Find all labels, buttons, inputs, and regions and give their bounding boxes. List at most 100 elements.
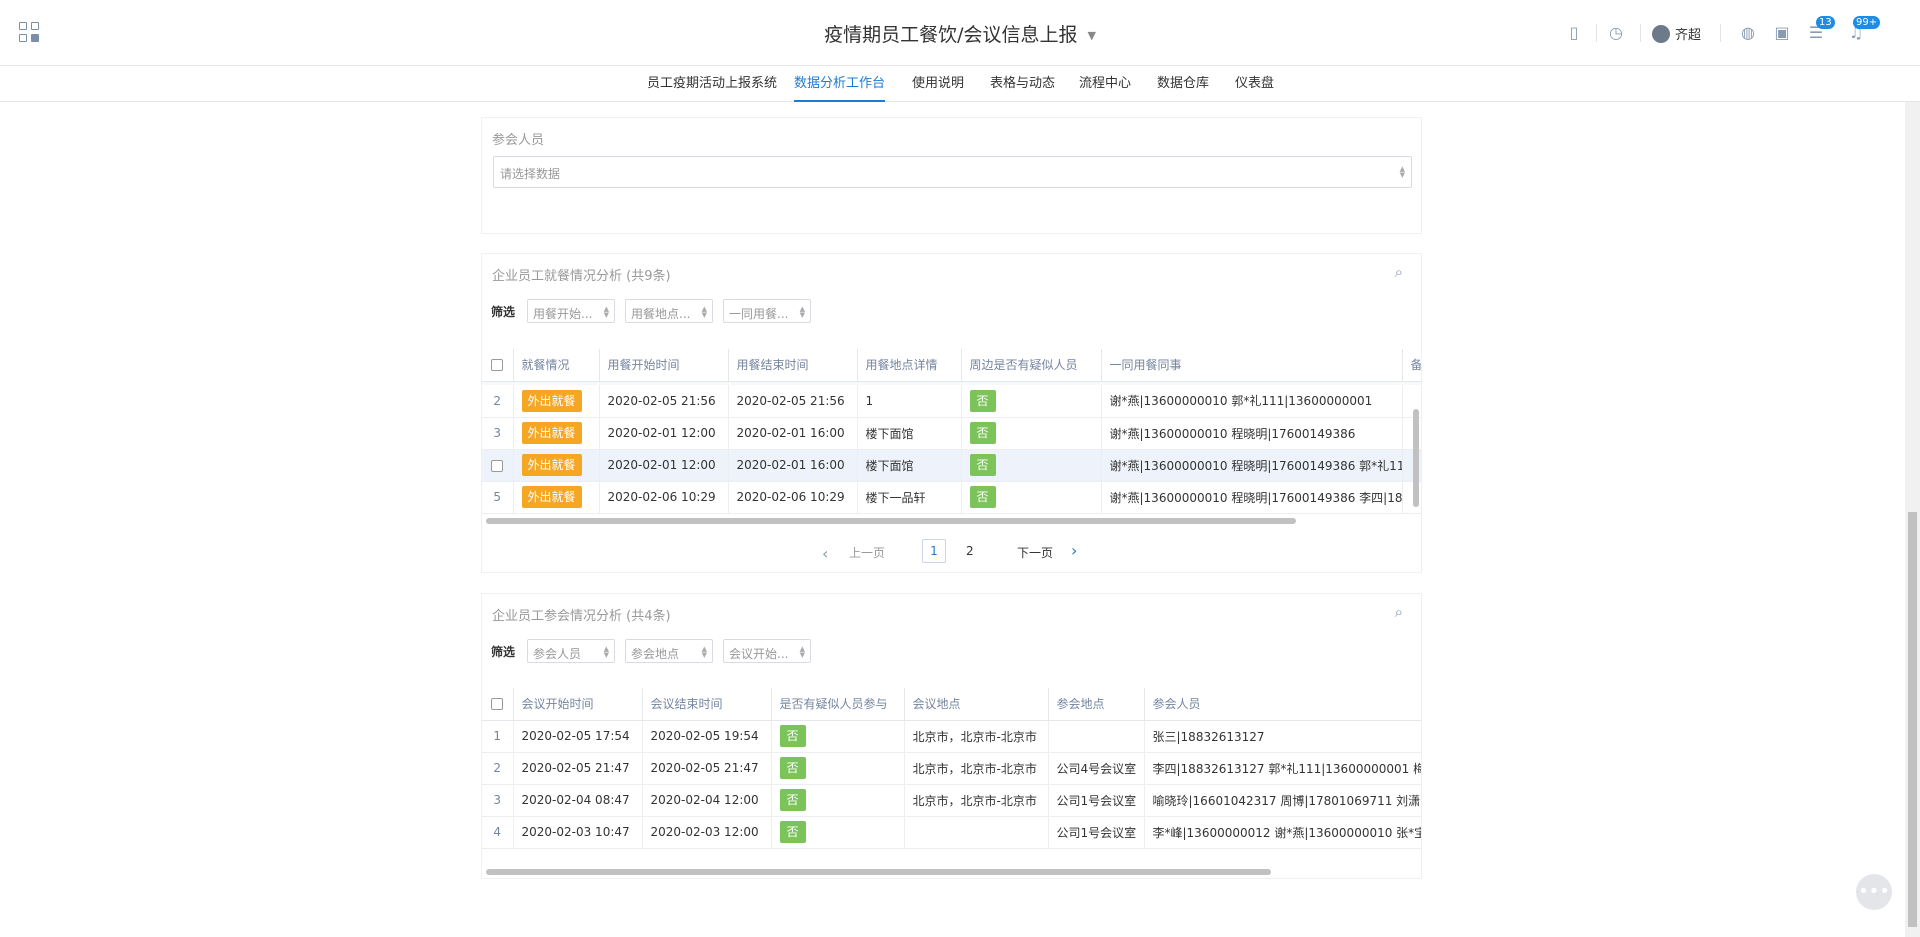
col-header[interactable]: 一同用餐同事 [1101, 349, 1403, 382]
suspect-cell: 否 [771, 720, 905, 753]
chevron-left-icon[interactable]: ‹ [822, 544, 828, 563]
end-time: 2020-02-05 19:54 [642, 720, 772, 753]
table-row[interactable]: 3 2020-02-04 08:47 2020-02-04 12:00 否 北京… [482, 784, 1421, 817]
avatar[interactable] [1652, 25, 1670, 43]
divider [1720, 24, 1721, 42]
col-header[interactable]: 用餐结束时间 [728, 349, 858, 382]
table-vscroll[interactable] [1413, 409, 1419, 507]
nav-item-analysis[interactable]: 数据分析工作台 [794, 66, 886, 102]
page-2[interactable]: 2 [966, 544, 974, 558]
phone-icon[interactable]: ▯ [1560, 18, 1588, 48]
prev-page[interactable]: 上一页 [849, 544, 885, 561]
filter-meeting-place[interactable]: 参会地点 ▲ ▼ [625, 639, 713, 663]
table-row[interactable]: 3 外出就餐 2020-02-01 12:00 2020-02-01 16:00… [482, 417, 1421, 450]
suspect-cell: 否 [961, 417, 1102, 450]
table-row[interactable]: 2 2020-02-05 21:47 2020-02-05 21:47 否 北京… [482, 752, 1421, 785]
col-header[interactable]: 周边是否有疑似人员 [961, 349, 1102, 382]
filter-dining-start[interactable]: 用餐开始... ▲ ▼ [527, 299, 615, 323]
col-header[interactable]: 会议结束时间 [642, 688, 772, 721]
meeting-panel: 企业员工参会情况分析 (共4条) ⌕ 筛选 参会人员 ▲ ▼ 参会地点 ▲ ▼ 会议开始… [481, 593, 1422, 879]
nav-item-warehouse[interactable]: 数据仓库 [1157, 66, 1209, 102]
chevron-right-icon[interactable]: › [1071, 541, 1077, 560]
nav-item-instructions[interactable]: 使用说明 [912, 66, 964, 102]
filter-meeting-people[interactable]: 参会人员 ▲ ▼ [527, 639, 615, 663]
status-cell: 外出就餐 [513, 449, 600, 482]
meeting-table-wrap: 会议开始时间 会议结束时间 是否有疑似人员参与 会议地点 参会地点 参会人员 1… [482, 688, 1421, 856]
people: 喻晓玲|16601042317 周博|17801069711 刘潇 [1144, 784, 1421, 817]
col-header[interactable]: 参会人员 [1144, 688, 1421, 721]
search-icon[interactable]: ⌕ [1395, 263, 1403, 281]
user-name[interactable]: 齐超 [1675, 24, 1701, 43]
table-row[interactable]: 5 外出就餐 2020-02-06 10:29 2020-02-06 10:29… [482, 481, 1421, 514]
filter-label: 筛选 [491, 645, 516, 659]
col-header[interactable]: 参会地点 [1048, 688, 1145, 721]
nav-item-report-system[interactable]: 员工疫期活动上报系统 [647, 66, 777, 102]
status-badge: 外出就餐 [521, 422, 582, 444]
suspect-badge: 否 [779, 757, 806, 779]
globe-icon[interactable]: ◍ [1734, 18, 1762, 48]
search-icon[interactable]: ⌕ [1395, 603, 1403, 621]
table-row[interactable]: 2 外出就餐 2020-02-05 21:56 2020-02-05 21:56… [482, 385, 1421, 418]
table-hscroll[interactable] [486, 869, 1271, 875]
place: 楼下面馆 [857, 449, 962, 482]
table-row[interactable]: 1 2020-02-05 17:54 2020-02-05 19:54 否 北京… [482, 720, 1421, 753]
next-page[interactable]: 下一页 [1017, 544, 1053, 561]
status-cell: 外出就餐 [513, 417, 600, 450]
dining-table: 就餐情况 用餐开始时间 用餐结束时间 用餐地点详情 周边是否有疑似人员 一同用餐… [482, 349, 1421, 514]
table-hscroll[interactable] [486, 518, 1296, 524]
end-time: 2020-02-01 16:00 [728, 449, 858, 482]
people: 李四|18832613127 郭*礼111|13600000001 梅 [1144, 752, 1421, 785]
meeting-table: 会议开始时间 会议结束时间 是否有疑似人员参与 会议地点 参会地点 参会人员 1… [482, 688, 1421, 849]
col-header[interactable]: 会议开始时间 [513, 688, 643, 721]
col-header[interactable]: 用餐地点详情 [857, 349, 962, 382]
updown-icon: ▲ ▼ [799, 305, 805, 319]
table-row[interactable]: 4 2020-02-03 10:47 2020-02-03 12:00 否 公司… [482, 816, 1421, 849]
briefcase-icon[interactable]: ▣ [1768, 18, 1796, 48]
col-header[interactable]: 会议地点 [904, 688, 1049, 721]
filter-meeting-start[interactable]: 会议开始... ▲ ▼ [723, 639, 811, 663]
dining-title: 企业员工就餐情况分析 (共9条) [492, 269, 671, 284]
end-time: 2020-02-05 21:56 [728, 385, 858, 418]
page-vscroll-thumb[interactable] [1908, 512, 1917, 927]
nav-item-dashboard[interactable]: 仪表盘 [1235, 66, 1274, 102]
col-header[interactable]: 是否有疑似人员参与 [771, 688, 905, 721]
chevron-down-icon[interactable]: ▼ [1087, 29, 1095, 42]
select-all-checkbox[interactable] [482, 349, 514, 382]
updown-icon: ▲ ▼ [1399, 165, 1405, 179]
status-cell: 外出就餐 [513, 481, 600, 514]
room: 公司1号会议室 [1048, 816, 1145, 849]
nav-item-workflow[interactable]: 流程中心 [1079, 66, 1131, 102]
suspect-badge: 否 [969, 486, 996, 508]
select-all-checkbox[interactable] [482, 688, 514, 721]
city: 北京市，北京市-北京市 [904, 784, 1049, 817]
row-checkbox[interactable] [482, 449, 514, 482]
filter-dining-colleague[interactable]: 一同用餐... ▲ ▼ [723, 299, 811, 323]
table-row[interactable]: 外出就餐 2020-02-01 12:00 2020-02-01 16:00 楼… [482, 449, 1421, 482]
filter-dining-place[interactable]: 用餐地点... ▲ ▼ [625, 299, 713, 323]
status-badge: 外出就餐 [521, 389, 582, 412]
updown-icon: ▲ ▼ [701, 645, 707, 659]
col-header[interactable]: 备注 [1402, 349, 1421, 382]
start-time: 2020-02-06 10:29 [599, 481, 729, 514]
start-time: 2020-02-05 21:56 [599, 385, 729, 418]
page-vscroll[interactable] [1905, 102, 1920, 937]
dining-panel: 企业员工就餐情况分析 (共9条) ⌕ 筛选 用餐开始... ▲ ▼ 用餐地点... ▲… [481, 253, 1422, 573]
suspect-cell: 否 [961, 385, 1102, 418]
people: 张三|18832613127 [1144, 720, 1421, 753]
colleagues: 谢*燕|13600000010 程晓明|17600149386 [1101, 417, 1403, 450]
colleagues: 谢*燕|13600000010 程晓明|17600149386 郭*礼11 [1101, 449, 1403, 482]
col-header[interactable]: 用餐开始时间 [599, 349, 729, 382]
nav-item-tables[interactable]: 表格与动态 [990, 66, 1055, 102]
clock-icon[interactable]: ◷ [1602, 18, 1630, 48]
attendees-select[interactable]: 请选择数据 ▲ ▼ [493, 156, 1412, 188]
filter-label: 筛选 [491, 305, 516, 319]
row-index: 5 [482, 481, 514, 514]
start-time: 2020-02-05 21:47 [513, 752, 643, 785]
col-header[interactable]: 就餐情况 [513, 349, 600, 382]
filter-text: 参会地点 [631, 647, 680, 661]
people: 李*峰|13600000012 谢*燕|13600000010 张*宝 [1144, 816, 1421, 849]
page-1[interactable]: 1 [922, 539, 946, 563]
status-badge: 外出就餐 [521, 454, 582, 476]
more-icon[interactable]: ••• [1856, 874, 1892, 910]
tasks-badge: 13 [1816, 16, 1835, 29]
